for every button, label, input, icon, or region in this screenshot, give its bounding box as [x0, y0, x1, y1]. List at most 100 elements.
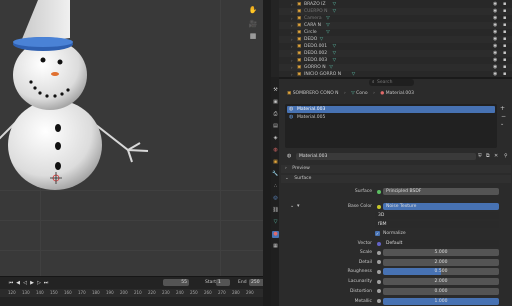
texture-icon[interactable]: ▦	[272, 243, 279, 250]
tick-label: 190	[106, 290, 114, 295]
node-icon[interactable]: ⚲	[504, 153, 508, 160]
mesh-icon: ▽	[351, 91, 355, 96]
end-label: End	[238, 280, 247, 285]
material-browse-icon[interactable]: ◍	[287, 153, 291, 160]
surface-shader-field[interactable]: Principled BSDF	[383, 188, 499, 195]
tick-label: 290	[246, 290, 254, 295]
param-value: 0.000	[434, 288, 448, 294]
start-label: Start	[205, 280, 216, 285]
tick-label: 240	[176, 290, 184, 295]
param-label: Detail	[358, 259, 372, 265]
view-layer-icon[interactable]: ▤	[272, 123, 279, 130]
surface-section-header[interactable]: ⌄ Surface	[281, 175, 511, 183]
tick-label: 180	[92, 290, 100, 295]
param-value: 1.000	[434, 298, 448, 304]
grid-icon[interactable]: ▦	[248, 31, 258, 41]
output-icon[interactable]: ⎙	[272, 111, 279, 118]
duplicate-icon[interactable]: ⧉	[486, 153, 490, 160]
frame-ruler[interactable]: 120 130 140 150 160 170 180 190 200 210 …	[0, 289, 263, 297]
socket-dot	[377, 269, 381, 274]
tick-label: 220	[148, 290, 156, 295]
material-slot-list[interactable]: ◍ Material.003 ◍ Material.005	[285, 104, 497, 148]
param-label: Distortion	[349, 288, 372, 294]
3d-viewport[interactable]: ✋ 🎥 ▦	[0, 0, 263, 276]
next-key-icon[interactable]: ▷	[36, 280, 42, 286]
current-frame-field[interactable]: 55	[163, 279, 189, 286]
vector-field[interactable]: Default	[383, 240, 499, 247]
timeline-panel[interactable]: ⏮ ◀ ◁ ▶ ▷ ⏭ 55 Start 1 End 250 120 130 1…	[0, 276, 267, 306]
param-slider[interactable]: 1.000	[383, 297, 499, 305]
breadcrumb-object: SOMBRERO CONO N	[292, 91, 339, 96]
play-reverse-icon[interactable]: ◁	[22, 280, 28, 286]
snowman-model[interactable]	[0, 0, 263, 276]
chevron-right-icon: ›	[285, 166, 287, 171]
tick-label: 160	[64, 290, 72, 295]
tick-label: 260	[204, 290, 212, 295]
material-slot[interactable]: ◍ Material.005	[287, 114, 495, 121]
hand-icon[interactable]: ✋	[248, 5, 258, 15]
tick-label: 230	[162, 290, 170, 295]
data-icon[interactable]: ▽	[272, 219, 279, 226]
material-name-field[interactable]: Material.003	[296, 153, 476, 160]
modifier-icon[interactable]: 🔧	[272, 171, 279, 178]
socket-dot	[377, 299, 381, 303]
area-divider[interactable]	[263, 0, 271, 306]
shield-icon[interactable]: ⛨	[478, 153, 482, 160]
properties-editor[interactable]: Search ⌕ ▣ SOMBRERO CONO N › ▽ Cono › ● …	[279, 77, 512, 306]
object-icon[interactable]: ▣	[272, 159, 279, 166]
start-frame-field[interactable]: 1	[216, 279, 230, 286]
param-slider[interactable]: 5.000	[383, 249, 499, 256]
material-slot-selected[interactable]: ◍ Material.003	[287, 106, 495, 113]
play-icon[interactable]: ▶	[29, 280, 35, 286]
material-icon: ●	[380, 91, 385, 96]
scene-icon[interactable]: ◈	[272, 135, 279, 142]
jump-end-icon[interactable]: ⏭	[43, 280, 49, 286]
param-slider[interactable]: 0.500	[383, 268, 499, 276]
param-value: 5.000	[434, 250, 448, 255]
outliner[interactable]: › ▣ BRAZO IZ ▽ ◉ ▪ › ▣ CUERPO N ▽ ◉ ▪ › ▣ Camera ▽ ◉ ▪ › ▣ C…	[279, 0, 512, 77]
breadcrumb-material: Material.003	[385, 91, 415, 96]
section-title: Surface	[294, 176, 312, 181]
param-label: Scale	[359, 250, 372, 255]
particles-icon[interactable]: ∴	[272, 183, 279, 190]
noise-type-dropdown[interactable]: fBM	[375, 221, 499, 228]
param-slider[interactable]: 2.000	[383, 258, 499, 266]
param-slider[interactable]: 2.000	[383, 278, 499, 286]
socket-dot	[377, 260, 381, 265]
param-slider[interactable]: 0.000	[383, 287, 499, 295]
tick-label: 280	[232, 290, 240, 295]
object-data-icon: ▣	[287, 91, 292, 96]
tick-label: 170	[78, 290, 86, 295]
constraints-icon[interactable]: ⛓	[272, 207, 279, 214]
socket-dot	[377, 289, 381, 294]
tick-label: 250	[190, 290, 198, 295]
breadcrumb-mesh: Cono	[356, 91, 368, 96]
socket-dot	[377, 204, 381, 209]
world-icon[interactable]: ◍	[272, 147, 279, 154]
material-icon[interactable]: ●	[272, 231, 279, 238]
physics-icon[interactable]: ◎	[272, 195, 279, 202]
base-color-label: Base Color	[347, 204, 372, 209]
section-title: Preview	[292, 166, 310, 171]
surface-label: Surface	[354, 189, 372, 194]
prev-key-icon[interactable]: ◀	[15, 280, 21, 286]
remove-slot-button[interactable]: −	[501, 113, 506, 120]
slot-menu-icon[interactable]: ⌄	[500, 121, 504, 128]
normalize-label: Normalize	[383, 231, 406, 236]
socket-dot	[377, 279, 381, 284]
tick-label: 150	[50, 290, 58, 295]
preview-section-header[interactable]: › Preview	[281, 165, 511, 173]
param-value: 2.000	[434, 259, 448, 265]
render-icon[interactable]: ▣	[272, 99, 279, 106]
tool-icon[interactable]: ⚒	[272, 87, 279, 94]
base-color-link-field[interactable]: Noise Texture	[383, 203, 499, 210]
dimensions-dropdown[interactable]: 3D	[375, 212, 499, 219]
search-field[interactable]: Search	[369, 79, 414, 86]
vector-label: Vector	[357, 241, 372, 246]
camera-icon[interactable]: 🎥	[248, 19, 258, 29]
close-icon[interactable]: ✕	[494, 153, 498, 160]
add-slot-button[interactable]: +	[500, 105, 505, 112]
param-label: Lacunarity	[348, 279, 372, 285]
jump-start-icon[interactable]: ⏮	[8, 280, 14, 286]
normalize-checkbox[interactable]: ✓	[375, 231, 380, 236]
